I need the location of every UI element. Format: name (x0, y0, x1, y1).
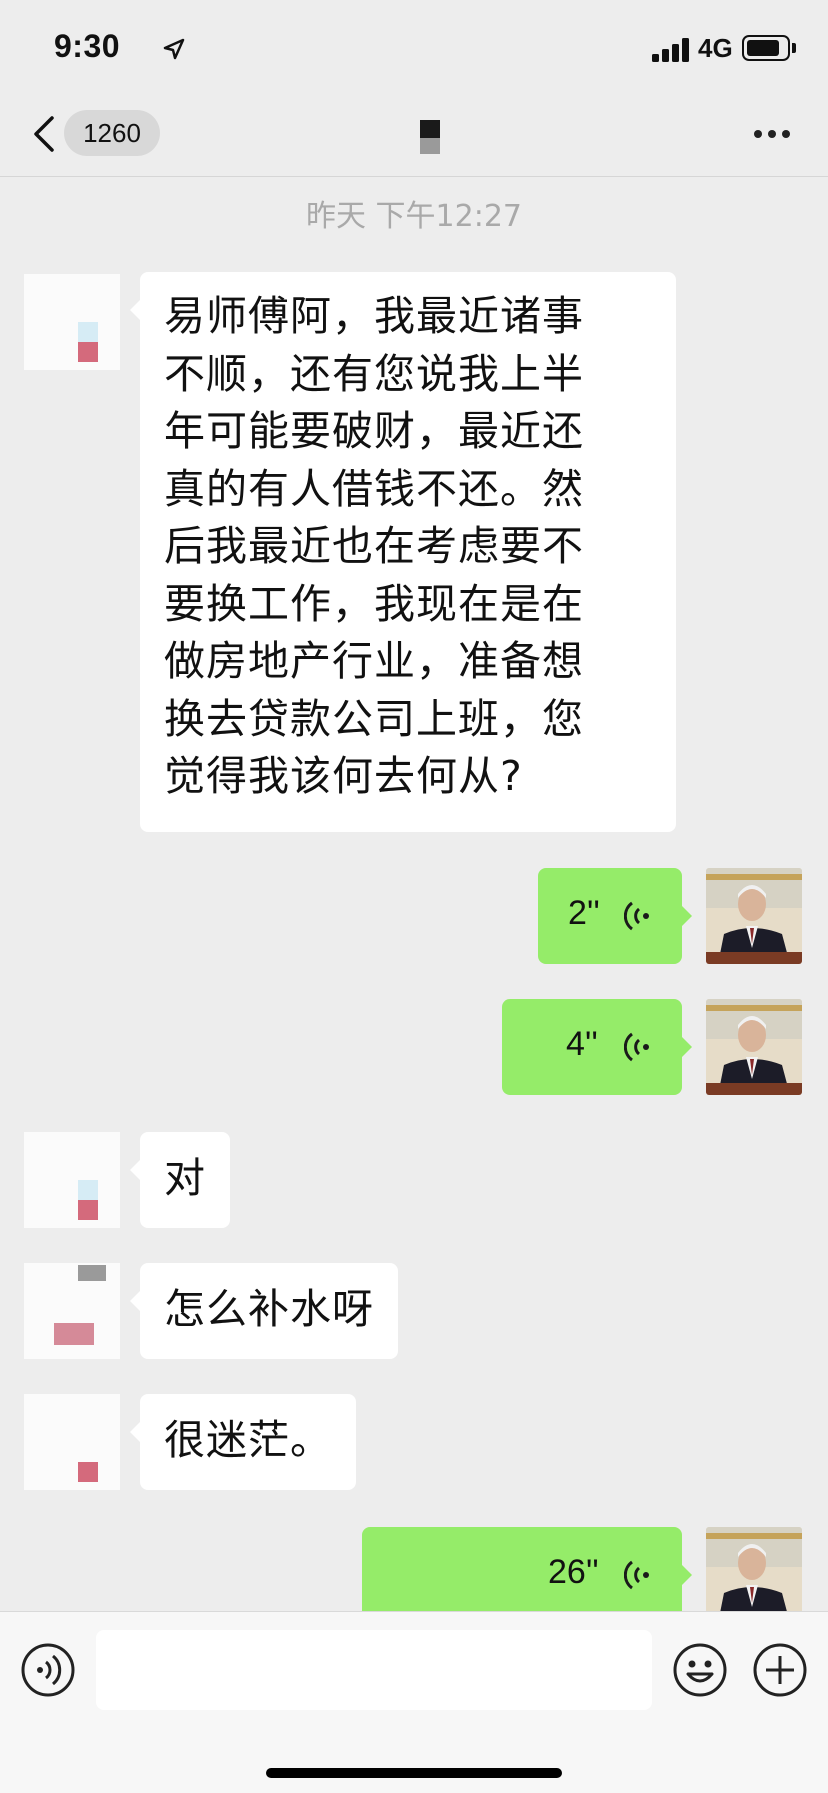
contact-name-title (420, 120, 440, 154)
battery-tip (792, 43, 796, 53)
user-avatar[interactable] (706, 868, 802, 964)
message-text: 对 (164, 1154, 206, 1202)
emoji-icon[interactable] (672, 1642, 728, 1698)
user-photo (706, 1527, 802, 1611)
message-text: 很迷茫。 (164, 1416, 332, 1464)
message-line: 要换工作，我现在是在 (164, 579, 584, 628)
message-line: 易师傅阿，我最近诸事 (164, 292, 584, 340)
contact-avatar[interactable] (24, 1263, 120, 1359)
voice-wave-icon (624, 901, 649, 931)
message-text: 怎么补水呀 (164, 1285, 374, 1333)
user-photo (706, 999, 802, 1095)
received-message-bubble[interactable]: 对 (130, 1132, 230, 1228)
battery-icon (742, 35, 790, 61)
location-arrow-icon (163, 38, 185, 60)
contact-avatar[interactable] (24, 1394, 120, 1490)
message-input[interactable] (96, 1630, 652, 1710)
message-line: 真的有人借钱不还。然 (164, 464, 584, 513)
voice-duration: 2'' (568, 894, 600, 932)
message-line: 年可能要破财，最近还 (164, 407, 584, 455)
voice-wave-icon (624, 1032, 649, 1062)
chat-area[interactable]: 昨天 下午12:27 易师傅阿，我最近诸事 不顺，还有您说我上半 年可能要破财，… (0, 177, 828, 1611)
status-time: 9:30 (54, 28, 121, 64)
message-line: 后我最近也在考虑要不 (164, 522, 584, 570)
network-type: 4G (698, 33, 733, 63)
home-indicator (266, 1768, 562, 1778)
plus-icon[interactable] (752, 1642, 808, 1698)
received-message-bubble[interactable]: 怎么补水呀 (130, 1263, 398, 1359)
input-bar (0, 1611, 828, 1793)
voice-toggle-icon[interactable] (20, 1642, 76, 1698)
user-photo (706, 868, 802, 964)
voice-message-bubble[interactable]: 2'' (538, 868, 692, 964)
status-bar: 9:30 4G (0, 0, 828, 100)
unread-count-badge[interactable]: 1260 (64, 110, 160, 156)
voice-duration: 4'' (566, 1025, 598, 1063)
received-message-bubble[interactable]: 易师傅阿，我最近诸事 不顺，还有您说我上半 年可能要破财，最近还 真的有人借钱不… (130, 272, 676, 832)
contact-avatar[interactable] (24, 274, 120, 370)
message-line: 换去贷款公司上班，您 (164, 694, 584, 743)
voice-message-bubble[interactable]: 4'' (502, 999, 692, 1095)
signal-icon (652, 38, 690, 62)
message-line: 不顺，还有您说我上半 (164, 349, 584, 398)
voice-wave-icon (624, 1560, 649, 1590)
message-line: 做房地产行业，准备想 (164, 637, 584, 685)
nav-bar: 1260 (0, 100, 828, 177)
voice-duration: 26'' (548, 1553, 599, 1591)
user-avatar[interactable] (706, 1527, 802, 1611)
message-line: 觉得我该何去何从? (164, 752, 523, 800)
voice-message-bubble[interactable]: 26'' (362, 1527, 692, 1611)
message-timestamp: 昨天 下午12:27 (306, 199, 522, 234)
contact-avatar[interactable] (24, 1132, 120, 1228)
chevron-left-icon[interactable] (30, 114, 60, 154)
more-dots-icon[interactable] (752, 130, 792, 140)
user-avatar[interactable] (706, 999, 802, 1095)
received-message-bubble[interactable]: 很迷茫。 (130, 1394, 356, 1490)
